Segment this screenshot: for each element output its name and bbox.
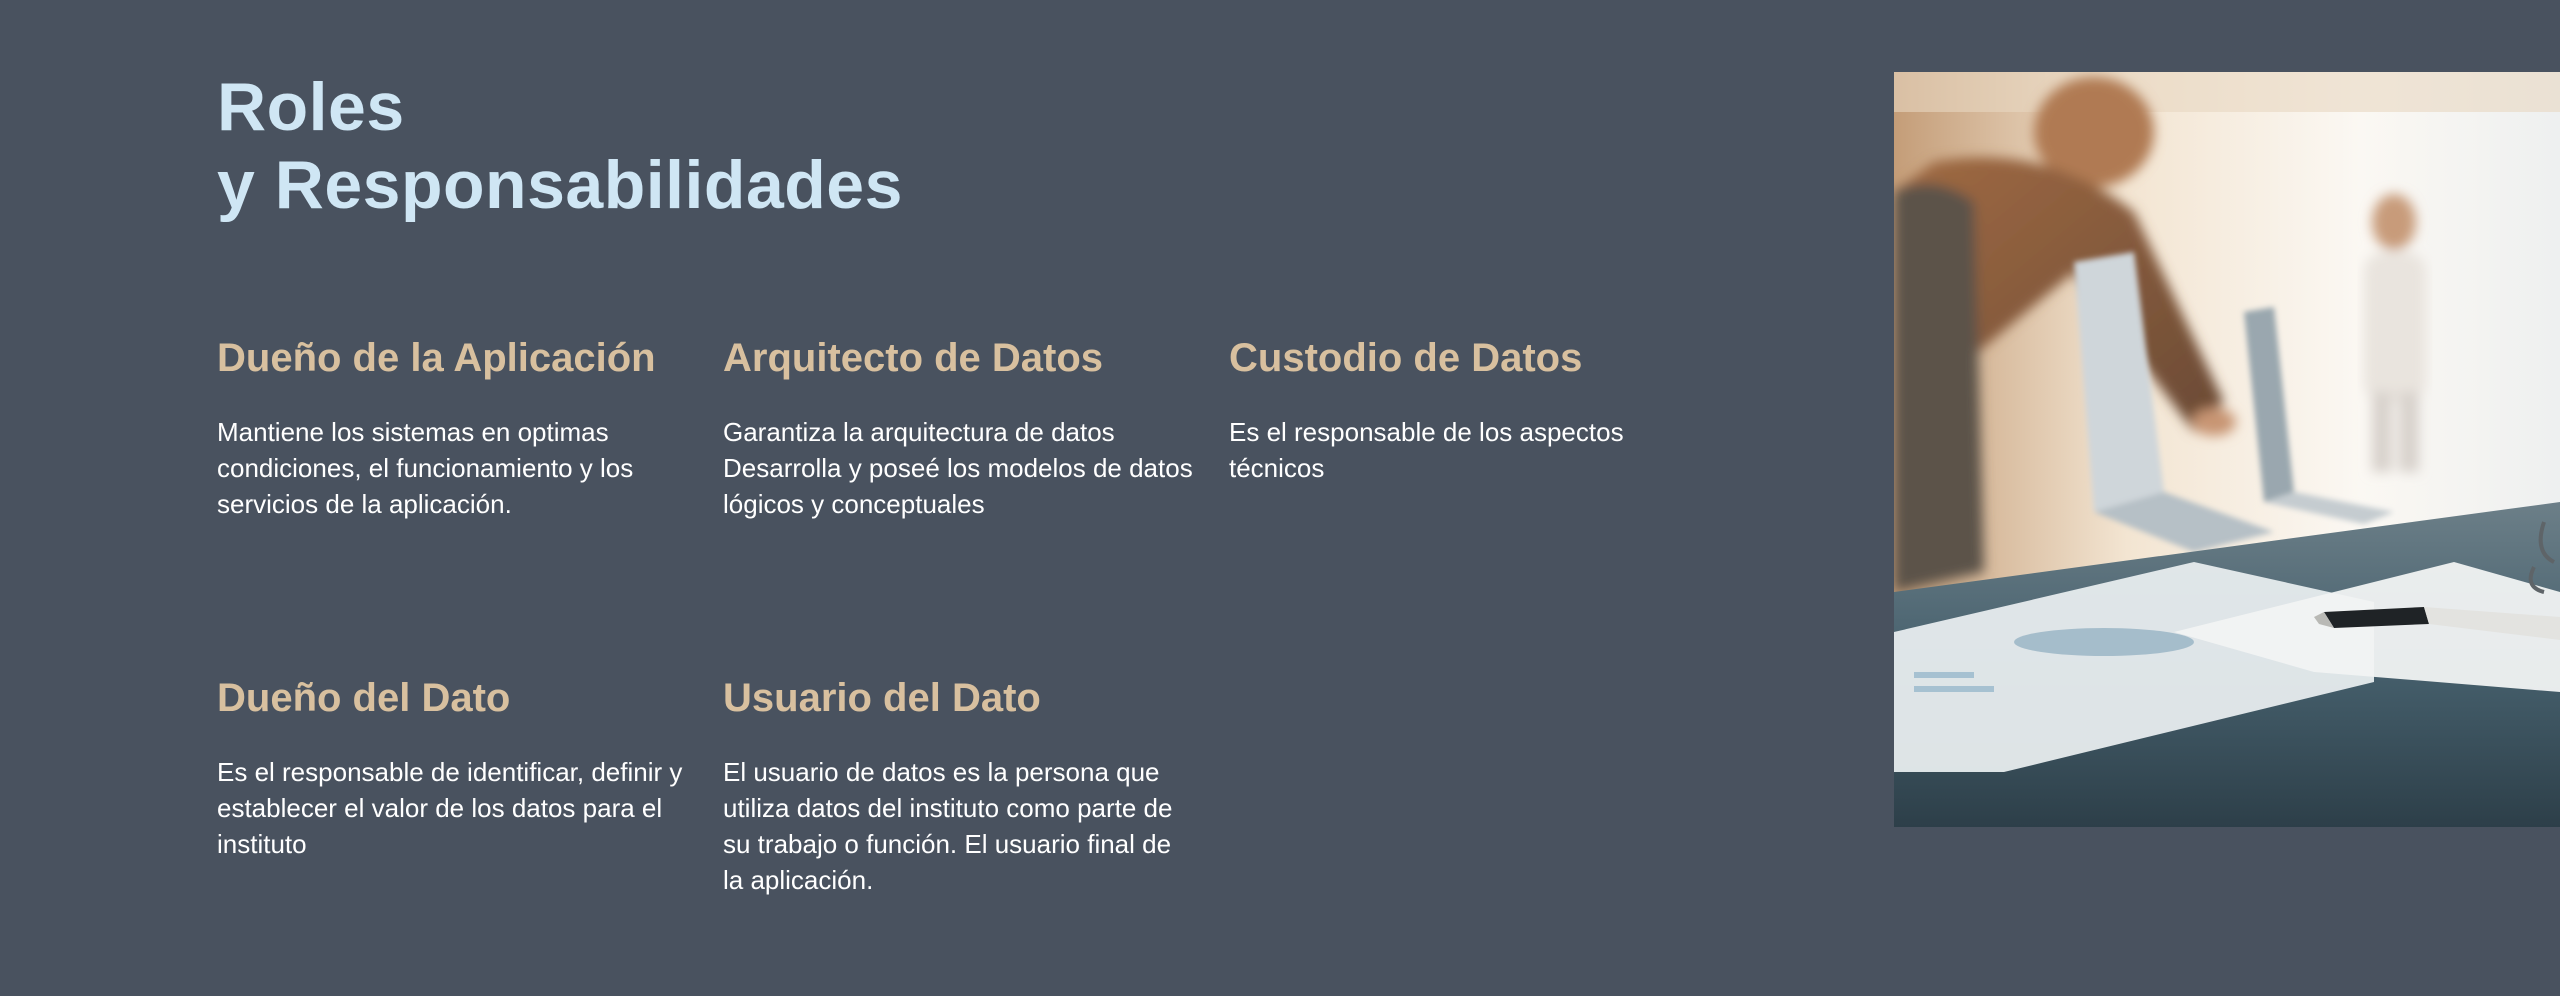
role-title: Custodio de Datos — [1229, 336, 1583, 380]
role-card-app-owner: Dueño de la Aplicación Mantiene los sist… — [217, 332, 687, 522]
role-description: El usuario de datos es la persona que ut… — [723, 757, 1173, 895]
role-card-data-owner: Dueño del Dato Es el responsable de iden… — [217, 672, 687, 862]
role-description: Es el responsable de los aspectos técnic… — [1229, 417, 1624, 483]
office-meeting-illustration — [1894, 72, 2560, 827]
role-card-data-architect: Arquitecto de Datos Garantiza la arquite… — [723, 332, 1203, 522]
roles-page: Roles y Responsabilidades Dueño de la Ap… — [0, 0, 2560, 996]
role-title: Dueño del Dato — [217, 676, 511, 720]
role-description: Es el responsable de identificar, defini… — [217, 757, 683, 859]
page-title-line-2: y Responsabilidades — [217, 147, 903, 223]
page-title-line-1: Roles — [217, 69, 405, 145]
role-title: Usuario del Dato — [723, 676, 1041, 720]
role-card-data-user: Usuario del Dato El usuario de datos es … — [723, 672, 1193, 898]
role-description: Garantiza la arquitectura de datos Desar… — [723, 417, 1193, 519]
role-description: Mantiene los sistemas en optimas condici… — [217, 417, 634, 519]
role-title: Dueño de la Aplicación — [217, 336, 656, 380]
page-title: Roles y Responsabilidades — [217, 68, 903, 224]
office-meeting-photo — [1894, 72, 2560, 827]
role-card-data-custodian: Custodio de Datos Es el responsable de l… — [1229, 332, 1699, 486]
role-title: Arquitecto de Datos — [723, 336, 1104, 380]
